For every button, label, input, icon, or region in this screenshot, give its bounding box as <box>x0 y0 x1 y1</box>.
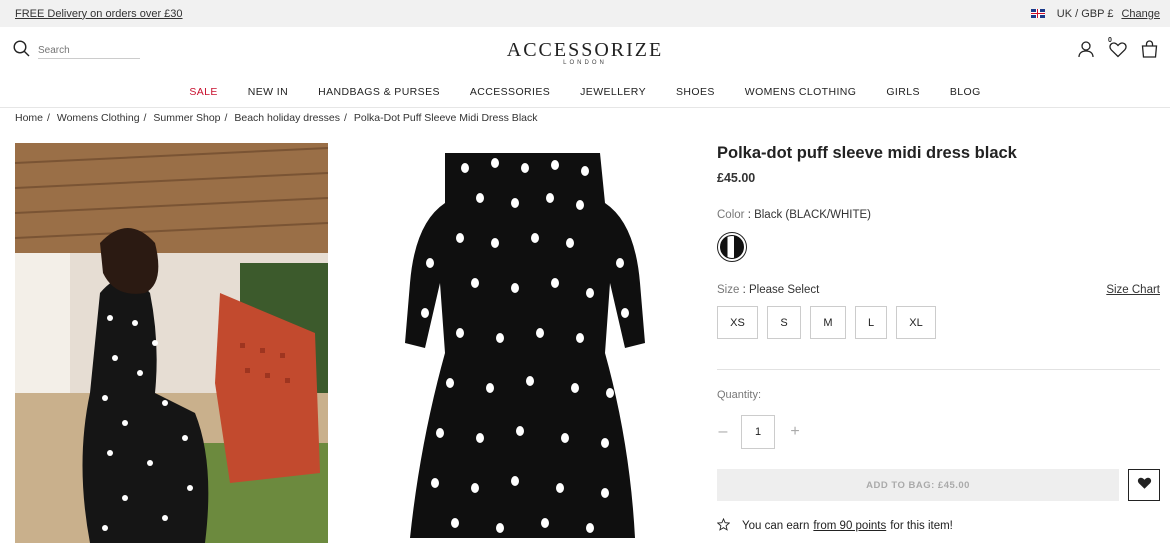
breadcrumb-beach-dresses[interactable]: Beach holiday dresses <box>234 112 340 124</box>
breadcrumb-home[interactable]: Home <box>15 112 43 124</box>
size-button-s[interactable]: S <box>767 306 801 339</box>
wishlist-icon[interactable]: 0 <box>1108 37 1127 63</box>
product-price: £45.00 <box>717 171 756 185</box>
region-label: UK / GBP £ <box>1056 7 1114 20</box>
color-swatch-black-white[interactable] <box>717 232 747 262</box>
quantity-increase-button[interactable]: + <box>789 423 801 441</box>
breadcrumb: Home / Womens Clothing / Summer Shop / Beac… <box>15 112 538 124</box>
nav-item-girls[interactable]: GIRLS <box>886 86 920 98</box>
breadcrumb-summer-shop[interactable]: Summer Shop <box>153 112 220 124</box>
color-value: Black (BLACK/WHITE) <box>754 209 872 221</box>
color-row: Color : Black (BLACK/WHITE) <box>717 209 1160 221</box>
bag-icon[interactable] <box>1141 40 1158 63</box>
size-options: XS S M L XL <box>717 306 1160 339</box>
size-chart-link[interactable]: Size Chart <box>1106 284 1160 296</box>
change-region-link[interactable]: Change <box>1121 8 1160 20</box>
header-actions: 0 <box>1077 37 1158 63</box>
brand-name: ACCESSORIZE <box>506 39 664 61</box>
nav-item-handbags[interactable]: HANDBAGS & PURSES <box>318 86 440 98</box>
add-to-wishlist-button[interactable] <box>1128 469 1160 501</box>
main-nav: SALE NEW IN HANDBAGS & PURSES ACCESSORIE… <box>0 77 1170 108</box>
size-button-xs[interactable]: XS <box>717 306 758 339</box>
quantity-input[interactable] <box>741 415 775 449</box>
divider <box>717 369 1160 370</box>
size-select-label: Size : Please Select <box>717 284 819 296</box>
site-logo[interactable]: ACCESSORIZE LONDON <box>0 39 1170 66</box>
quantity-stepper: – + <box>717 415 1160 449</box>
add-to-bag-button[interactable]: ADD TO BAG: £45.00 <box>717 469 1120 501</box>
points-suffix: for this item! <box>890 520 953 532</box>
brand-subtitle: LONDON <box>563 60 607 66</box>
uk-flag-icon <box>1030 9 1045 18</box>
nav-item-blog[interactable]: BLOG <box>950 86 981 98</box>
points-link[interactable]: from 90 points <box>813 520 886 532</box>
breadcrumb-womens-clothing[interactable]: Womens Clothing <box>57 112 140 124</box>
swatch-fill <box>720 235 744 259</box>
breadcrumb-current: Polka-Dot Puff Sleeve Midi Dress Black <box>353 112 538 124</box>
quantity-decrease-button[interactable]: – <box>717 423 729 441</box>
product-details: Polka-dot puff sleeve midi dress black £… <box>716 143 1160 534</box>
color-label: Color <box>717 209 745 221</box>
wishlist-count: 0 <box>1108 36 1112 44</box>
size-button-l[interactable]: L <box>855 306 887 339</box>
nav-item-shoes[interactable]: SHOES <box>676 86 715 98</box>
size-value: Please Select <box>748 284 820 296</box>
promo-bar: FREE Delivery on orders over £30 UK / GB… <box>0 0 1170 27</box>
points-prefix: You can earn <box>742 520 810 532</box>
size-button-xl[interactable]: XL <box>896 306 936 339</box>
purchase-row: ADD TO BAG: £45.00 <box>717 469 1160 501</box>
region-selector: UK / GBP £ Change <box>1030 7 1160 20</box>
product-title: Polka-dot puff sleeve midi dress black <box>717 144 1017 162</box>
size-label: Size <box>717 284 740 296</box>
nav-item-jewellery[interactable]: JEWELLERY <box>580 86 646 98</box>
account-icon[interactable] <box>1077 40 1095 63</box>
star-icon <box>716 517 731 534</box>
loyalty-points: You can earn from 90 points for this ite… <box>716 517 1160 534</box>
size-row: Size : Please Select Size Chart <box>717 284 1160 296</box>
nav-item-accessories[interactable]: ACCESSORIES <box>470 86 550 98</box>
quantity-label: Quantity: <box>717 389 762 401</box>
dress-photo[interactable] <box>375 143 675 543</box>
heart-icon <box>1137 476 1152 495</box>
nav-item-new-in[interactable]: NEW IN <box>248 86 288 98</box>
nav-item-sale[interactable]: SALE <box>189 86 217 98</box>
size-button-m[interactable]: M <box>810 306 846 339</box>
nav-item-womens-clothing[interactable]: WOMENS CLOTHING <box>745 86 857 98</box>
site-header: ACCESSORIZE LONDON 0 <box>0 27 1170 77</box>
model-photo[interactable] <box>15 143 328 543</box>
free-delivery-link[interactable]: FREE Delivery on orders over £30 <box>15 8 183 20</box>
